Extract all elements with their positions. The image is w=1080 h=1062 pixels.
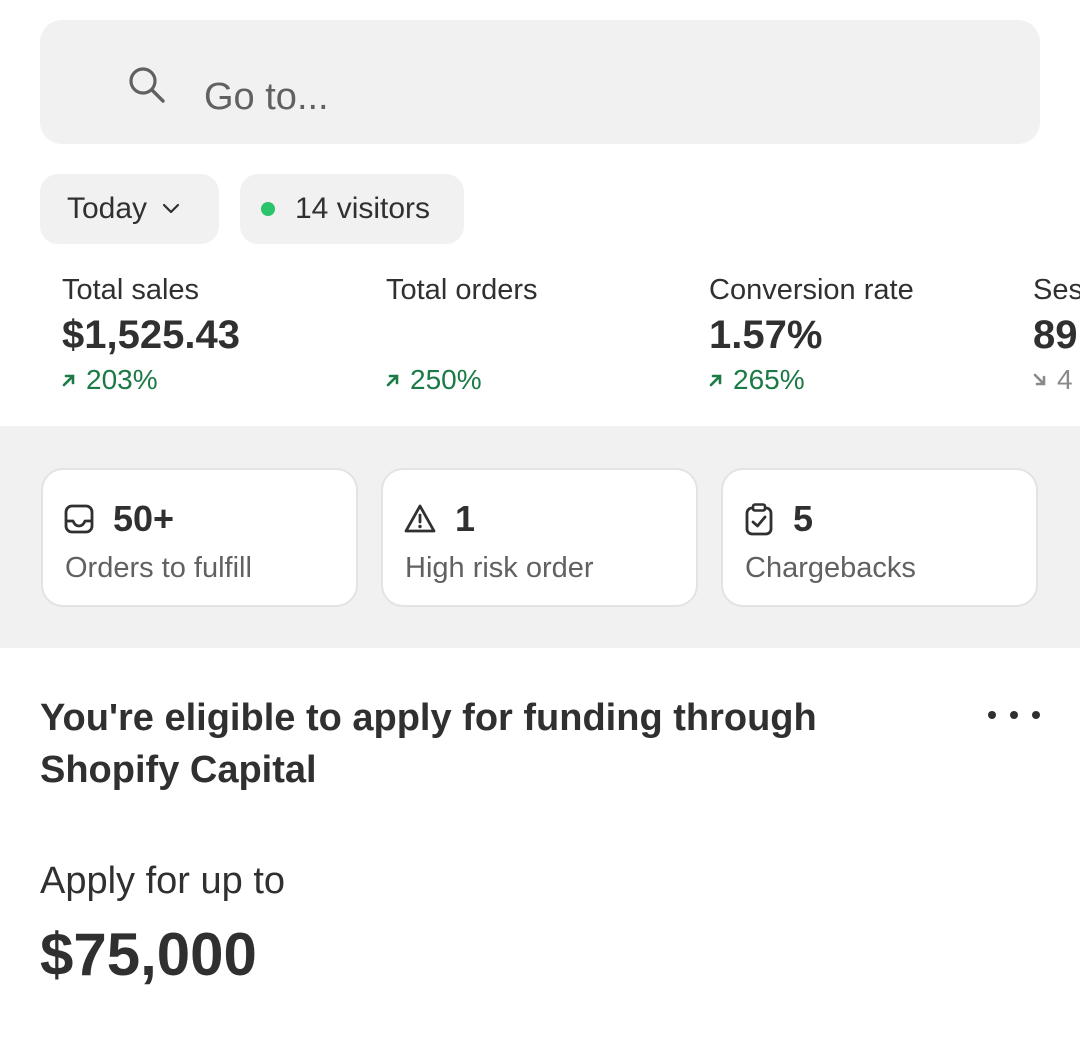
alert-triangle-icon bbox=[404, 504, 436, 533]
capital-offer-title: You're eligible to apply for funding thr… bbox=[40, 697, 817, 791]
metric-value: $1,525.43 bbox=[62, 313, 240, 357]
search-icon bbox=[129, 67, 165, 103]
metric-value: 89 bbox=[1033, 313, 1078, 357]
high-risk-order-card[interactable]: 1 High risk order bbox=[381, 468, 698, 607]
metric-label: Conversion rate bbox=[709, 274, 914, 306]
card-label: High risk order bbox=[405, 552, 594, 584]
arrow-down-right-icon bbox=[1033, 373, 1046, 386]
visitors-label: 14 visitors bbox=[295, 192, 431, 225]
metric-total-sales[interactable]: Total sales $1,525.43 203% bbox=[62, 270, 240, 400]
chevron-down-icon bbox=[162, 203, 180, 214]
metric-label: Total sales bbox=[62, 274, 200, 306]
card-label: Orders to fulfill bbox=[65, 552, 252, 584]
chargebacks-card[interactable]: 5 Chargebacks bbox=[721, 468, 1038, 607]
metric-value: 1.57% bbox=[709, 313, 823, 357]
orders-to-fulfill-card[interactable]: 50+ Orders to fulfill bbox=[41, 468, 358, 607]
inbox-icon bbox=[64, 504, 94, 534]
metric-change-value: 203% bbox=[86, 364, 158, 395]
search-input[interactable]: Go to... bbox=[204, 78, 329, 116]
card-count: 5 bbox=[793, 498, 814, 539]
card-count: 1 bbox=[455, 498, 476, 539]
date-range-label: Today bbox=[67, 192, 148, 225]
metric-change-value: 250% bbox=[410, 364, 482, 395]
more-options-icon[interactable] bbox=[988, 704, 1040, 726]
card-count: 50+ bbox=[113, 498, 175, 539]
metric-change-value: 265% bbox=[733, 364, 805, 395]
arrow-up-right-icon bbox=[386, 374, 399, 387]
funding-amount: $75,000 bbox=[40, 921, 257, 988]
metric-change: 250% bbox=[386, 360, 538, 400]
metric-change: 203% bbox=[62, 360, 240, 400]
action-cards-section: 50+ Orders to fulfill 1 High risk order … bbox=[0, 426, 1080, 648]
metric-label: Total orders bbox=[386, 274, 538, 306]
metric-change: 4 bbox=[1033, 360, 1080, 400]
metric-conversion-rate[interactable]: Conversion rate 1.57% 265% bbox=[709, 270, 914, 400]
metric-sessions[interactable]: Ses 89 4 bbox=[1033, 270, 1080, 400]
card-label: Chargebacks bbox=[745, 552, 916, 584]
metric-value bbox=[386, 310, 538, 360]
live-visitors-button[interactable]: 14 visitors bbox=[240, 174, 464, 244]
metric-change-value: 4 bbox=[1057, 364, 1073, 395]
arrow-up-right-icon bbox=[709, 374, 722, 387]
live-indicator-dot bbox=[261, 202, 275, 216]
search-bar[interactable]: Go to... bbox=[40, 20, 1040, 144]
apply-label: Apply for up to bbox=[40, 860, 286, 902]
arrow-up-right-icon bbox=[62, 374, 75, 387]
clipboard-check-icon bbox=[745, 503, 773, 536]
metric-label: Ses bbox=[1033, 274, 1080, 306]
date-range-selector[interactable]: Today bbox=[40, 174, 219, 244]
metric-total-orders[interactable]: Total orders 250% bbox=[386, 270, 538, 400]
metrics-strip[interactable]: Total sales $1,525.43 203% Total orders … bbox=[0, 270, 1080, 426]
metric-change: 265% bbox=[709, 360, 914, 400]
